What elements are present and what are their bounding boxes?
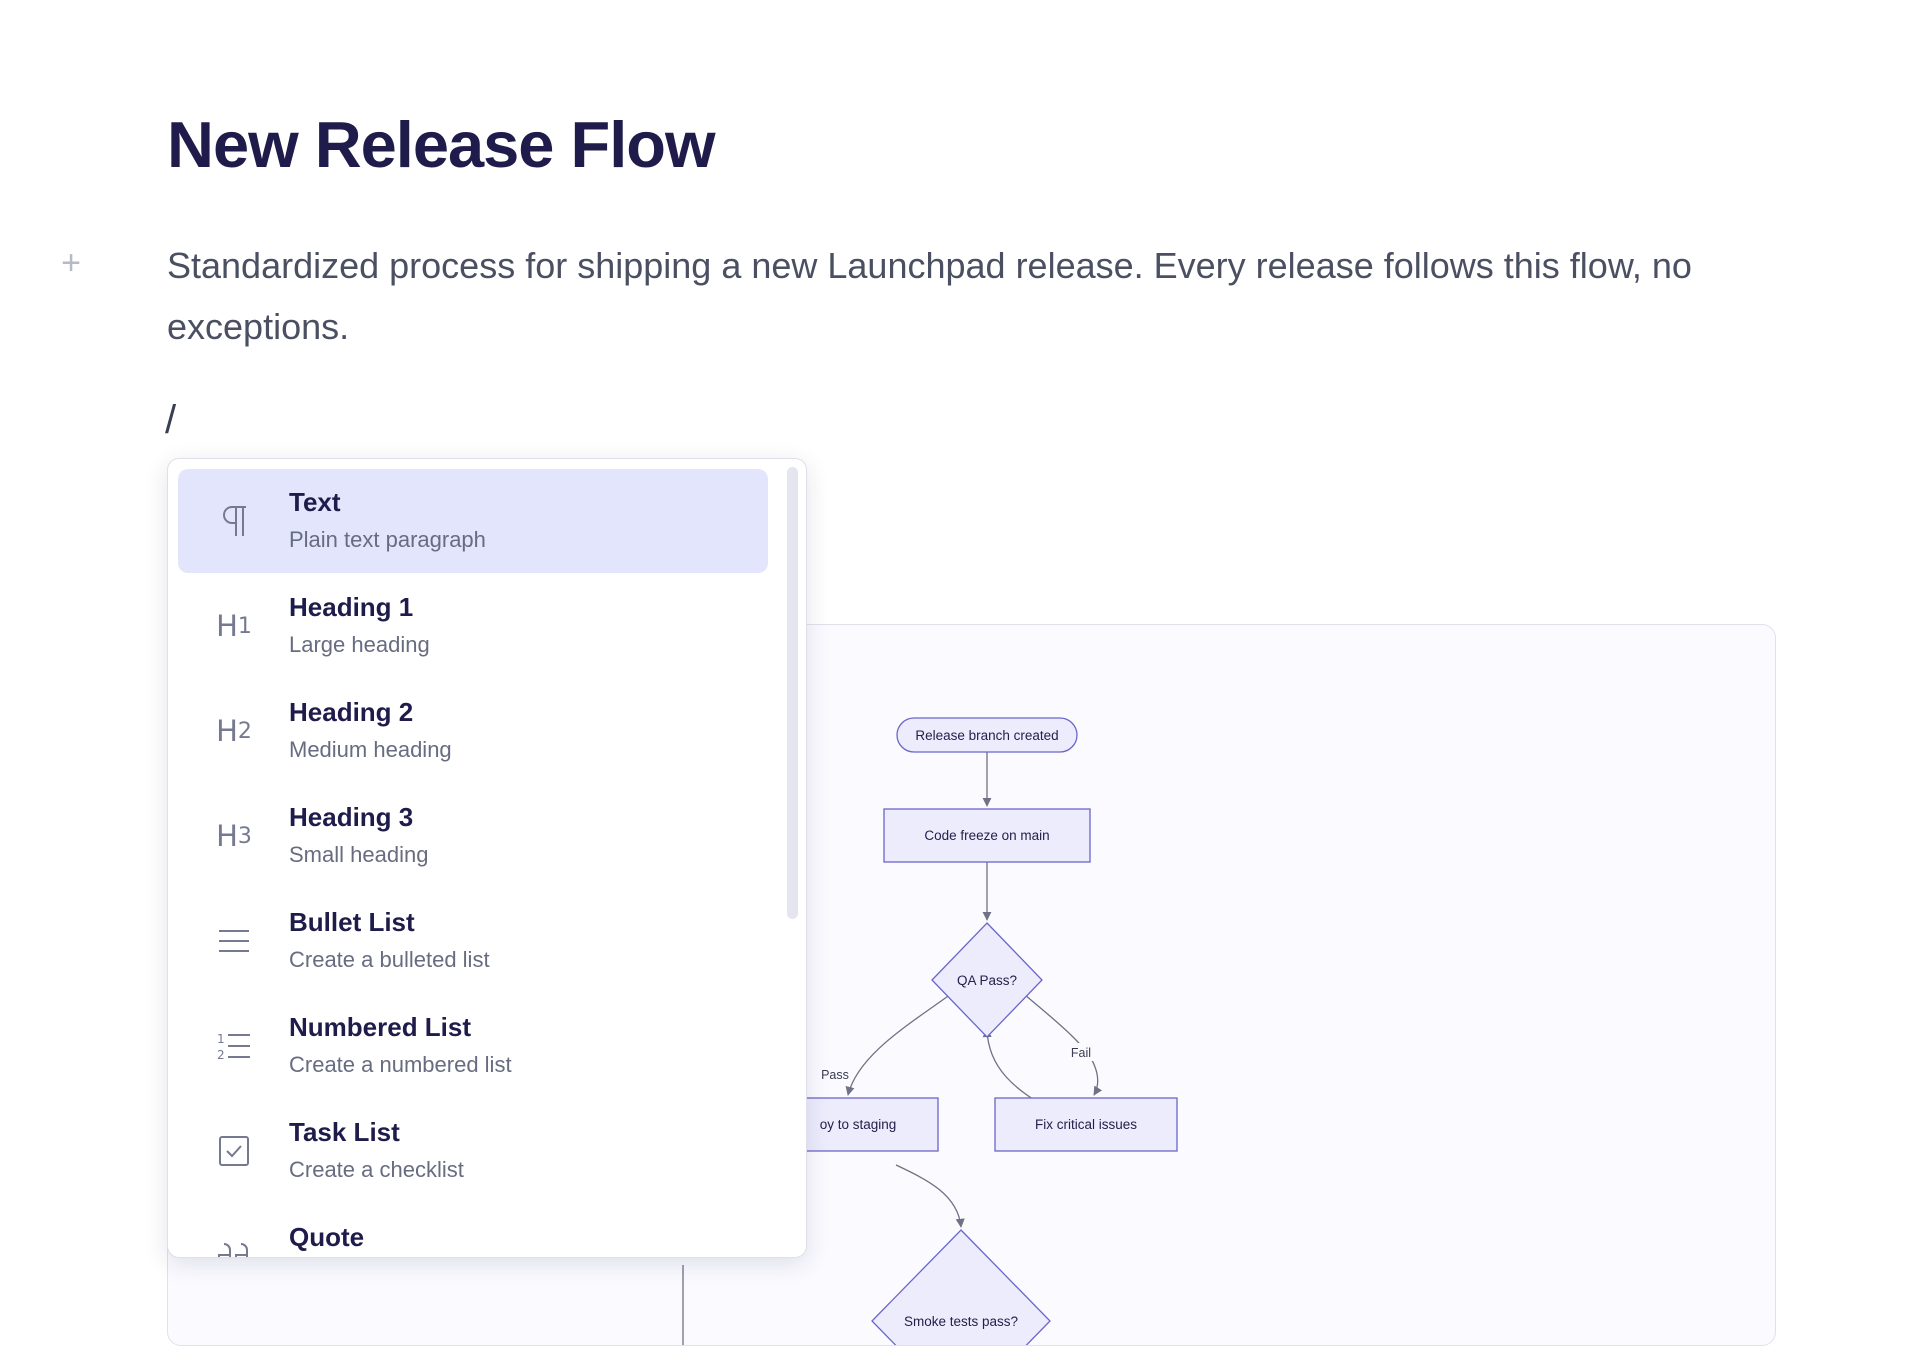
node-freeze-label: Code freeze on main	[924, 828, 1049, 843]
numbered-list-icon: 1 2	[214, 1026, 254, 1066]
heading-1-icon: H1	[216, 609, 252, 643]
edge-qa-staging	[845, 993, 952, 1096]
menu-scrollbar[interactable]	[787, 467, 798, 919]
task-list-icon	[214, 1131, 254, 1171]
menu-item-description: Create a checklist	[289, 1157, 464, 1182]
svg-text:1: 1	[217, 1032, 225, 1046]
menu-item-label: Text	[289, 487, 341, 517]
menu-item-label: Heading 3	[289, 802, 414, 832]
menu-item-label: Numbered List	[289, 1012, 472, 1042]
bullet-list-icon	[214, 921, 254, 961]
menu-item-label: Bullet List	[289, 907, 415, 937]
menu-item-description: Small heading	[289, 842, 429, 867]
edge-label-pass: Pass	[821, 1068, 849, 1082]
menu-item-description: Medium heading	[289, 737, 452, 762]
menu-item-heading-3[interactable]: H3 Heading 3 Small heading	[178, 784, 768, 888]
node-start-label: Release branch created	[915, 728, 1058, 743]
node-smoke-label: Smoke tests pass?	[904, 1314, 1018, 1329]
menu-item-text[interactable]: Text Plain text paragraph	[178, 469, 768, 573]
slash-command-input[interactable]: /	[165, 398, 176, 443]
slash-command-menu[interactable]: Text Plain text paragraph H1 Heading 1 L…	[167, 458, 807, 1258]
svg-text:2: 2	[217, 1048, 225, 1062]
edge-fix-qa	[982, 1028, 1046, 1108]
menu-item-description: Large heading	[289, 632, 430, 657]
node-qa-label: QA Pass?	[957, 973, 1017, 988]
menu-item-bullet-list[interactable]: Bullet List Create a bulleted list	[178, 889, 768, 993]
heading-2-icon: H2	[216, 714, 252, 748]
menu-item-description: Create a bulleted list	[289, 947, 490, 972]
edge-label-fail: Fail	[1071, 1046, 1091, 1060]
plus-icon[interactable]: +	[56, 244, 86, 282]
menu-item-label: Heading 1	[289, 592, 414, 622]
edge-staging-smoke	[895, 1164, 965, 1228]
page-title[interactable]: New Release Flow	[167, 106, 716, 184]
menu-item-quote[interactable]: Quote	[178, 1204, 768, 1257]
menu-item-label: Quote	[289, 1222, 365, 1252]
node-staging-label: oy to staging	[820, 1117, 897, 1132]
page-description[interactable]: Standardized process for shipping a new …	[167, 235, 1757, 357]
heading-3-icon: H3	[216, 819, 252, 853]
node-fix-label: Fix critical issues	[1035, 1117, 1137, 1132]
menu-item-label: Task List	[289, 1117, 400, 1147]
menu-item-task-list[interactable]: Task List Create a checklist	[178, 1099, 768, 1203]
quote-icon	[214, 1236, 254, 1257]
menu-item-description: Plain text paragraph	[289, 527, 486, 552]
menu-item-numbered-list[interactable]: 1 2 Numbered List Create a numbered list	[178, 994, 768, 1098]
menu-item-label: Heading 2	[289, 697, 414, 727]
menu-item-description: Create a numbered list	[289, 1052, 512, 1077]
menu-item-heading-1[interactable]: H1 Heading 1 Large heading	[178, 574, 768, 678]
menu-item-heading-2[interactable]: H2 Heading 2 Medium heading	[178, 679, 768, 783]
paragraph-icon	[214, 501, 254, 541]
